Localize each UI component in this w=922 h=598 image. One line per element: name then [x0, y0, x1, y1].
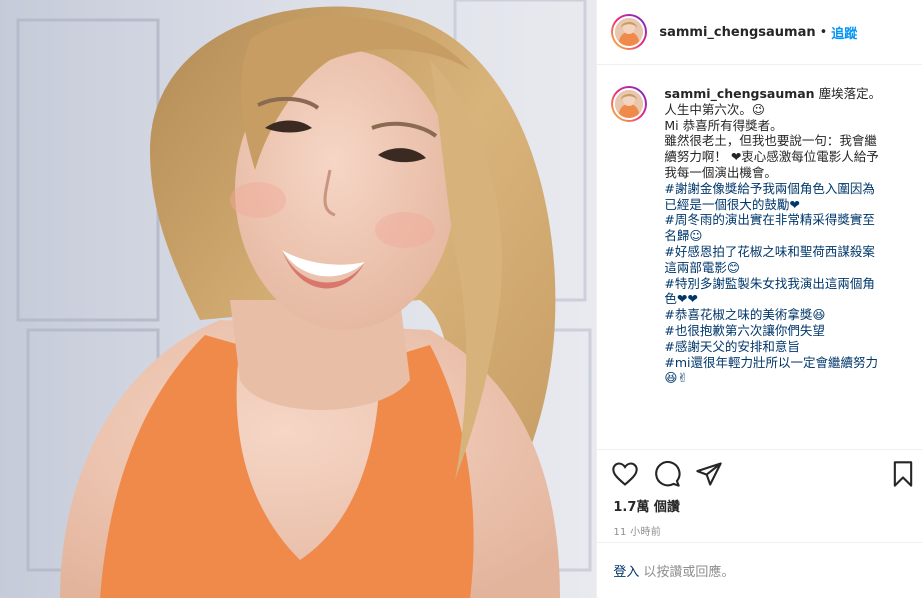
caption-line: Mi 恭喜所有得獎者。 [664, 117, 783, 133]
action-icons [597, 450, 922, 498]
login-link[interactable]: 登入 [613, 561, 639, 580]
caption-avatar[interactable] [611, 86, 648, 122]
view-count[interactable]: 1.7萬 個讚 [597, 496, 922, 515]
hashtag-line[interactable]: #感謝天父的安排和意旨 [664, 339, 904, 355]
hashtag-line[interactable]: 名歸☺ [664, 228, 904, 244]
caption-text: sammi_chengsauman 塵埃落定。 人生中第六次。😉 Mi 恭喜所有… [664, 86, 904, 386]
avatar-image [613, 16, 646, 48]
bookmark-icon[interactable] [889, 460, 917, 488]
follow-button[interactable]: 追蹤 [831, 23, 857, 42]
caption-username[interactable]: sammi_chengsauman [664, 86, 814, 101]
hashtag-line[interactable]: #恭喜花椒之味的美術拿獎😆 [664, 307, 904, 323]
caption: sammi_chengsauman 塵埃落定。 人生中第六次。😉 Mi 恭喜所有… [597, 66, 922, 386]
selfie-illustration [0, 0, 597, 598]
caption-line: 人生中第六次。😉 [664, 101, 765, 117]
login-prompt: 登入 以按讚或回應。 [597, 542, 922, 598]
post-photo[interactable] [0, 0, 597, 598]
hashtag-line[interactable]: 已經是一個很大的鼓勵❤ [664, 197, 904, 213]
profile-avatar[interactable] [611, 14, 648, 50]
hashtag-line[interactable]: #周冬雨的演出實在非常精采得獎實至 [664, 212, 904, 228]
instagram-post: sammi_chengsauman • 追蹤 sammi_chengsauman… [0, 0, 922, 598]
post-header: sammi_chengsauman • 追蹤 [597, 0, 922, 65]
hashtag-line[interactable]: #特別多謝監製朱女找我演出這兩個角 [664, 276, 904, 292]
hashtag-line[interactable]: #mi還很年輕力壯所以一定會繼續努力 [664, 355, 904, 371]
post-actions: 1.7萬 個讚 11 小時前 [597, 449, 922, 538]
hashtag-line[interactable]: 這兩部電影😊 [664, 260, 904, 276]
caption-line: 雖然很老土，但我也要說一句：我會繼 [664, 133, 877, 149]
comments-area[interactable]: sammi_chengsauman 塵埃落定。 人生中第六次。😉 Mi 恭喜所有… [597, 66, 922, 448]
login-text: 以按讚或回應。 [643, 565, 735, 580]
separator-dot: • [819, 24, 828, 40]
caption-title: 塵埃落定。 [818, 86, 882, 101]
send-icon[interactable] [695, 460, 723, 488]
caption-line: 我每一個演出機會。 [664, 164, 777, 180]
hashtag-line[interactable]: 色❤❤ [664, 291, 904, 307]
username-link[interactable]: sammi_chengsauman [659, 25, 815, 40]
hashtag-line[interactable]: #好感恩拍了花椒之味和聖荷西謀殺案 [664, 244, 904, 260]
hashtag-line[interactable]: 😆✌ [664, 370, 904, 386]
hashtag-line[interactable]: #也很抱歉第六次讓你們失望 [664, 323, 904, 339]
hashtag-line[interactable]: #謝謝金像獎給予我兩個角色入圍因為 [664, 181, 904, 197]
heart-icon[interactable] [611, 460, 639, 488]
avatar-image [613, 88, 646, 120]
caption-line: 續努力啊！ ❤衷心感激每位電影人給予 [664, 149, 879, 165]
comment-icon[interactable] [653, 460, 681, 488]
post-timestamp[interactable]: 11 小時前 [597, 523, 922, 538]
post-side-panel: sammi_chengsauman • 追蹤 sammi_chengsauman… [596, 0, 922, 598]
